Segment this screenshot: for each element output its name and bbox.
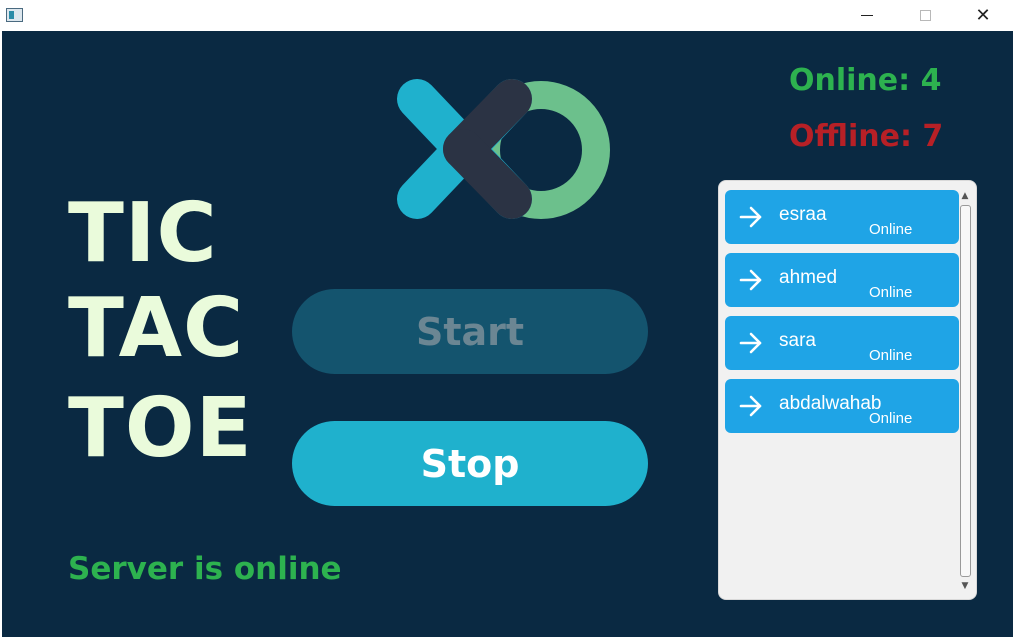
arrow-right-icon	[739, 332, 762, 354]
minimize-icon	[861, 15, 873, 16]
scroll-up-arrow-icon[interactable]: ▲	[958, 189, 972, 203]
player-status: Online	[869, 410, 913, 427]
main-window: TIC TAC TOE Start Stop Server is online …	[2, 31, 1013, 637]
player-name: sara	[779, 330, 816, 351]
server-status-text: Server is online	[68, 551, 342, 587]
player-list-items: esraa Online ahmed Online sara Online ab…	[725, 190, 959, 442]
title-bar: ✕	[0, 0, 1015, 31]
app-icon	[6, 8, 23, 22]
offline-count: Offline: 7	[789, 119, 944, 154]
player-card[interactable]: ahmed Online	[725, 253, 959, 307]
list-scrollbar[interactable]: ▲ ▼	[958, 189, 972, 593]
minimize-button[interactable]	[838, 0, 896, 31]
player-status: Online	[869, 221, 913, 238]
player-name: esraa	[779, 204, 827, 225]
arrow-right-icon	[739, 269, 762, 291]
close-button[interactable]: ✕	[954, 0, 1012, 31]
start-button[interactable]: Start	[292, 289, 648, 374]
title-toe: TOE	[68, 381, 253, 476]
maximize-icon	[919, 10, 931, 21]
player-card[interactable]: sara Online	[725, 316, 959, 370]
player-list[interactable]: esraa Online ahmed Online sara Online ab…	[718, 180, 977, 600]
close-icon: ✕	[975, 5, 991, 26]
player-status: Online	[869, 284, 913, 301]
player-name: abdalwahab	[779, 393, 882, 414]
maximize-button[interactable]	[896, 0, 954, 31]
stop-button[interactable]: Stop	[292, 421, 648, 506]
title-tic: TIC	[68, 186, 218, 281]
scroll-thumb[interactable]	[960, 205, 971, 577]
scroll-down-arrow-icon[interactable]: ▼	[958, 579, 972, 593]
arrow-right-icon	[739, 395, 762, 417]
xo-logo	[397, 79, 610, 219]
arrow-right-icon	[739, 206, 762, 228]
player-card[interactable]: esraa Online	[725, 190, 959, 244]
player-card[interactable]: abdalwahab Online	[725, 379, 959, 433]
online-count: Online: 4	[789, 63, 942, 98]
player-status: Online	[869, 347, 913, 364]
player-name: ahmed	[779, 267, 838, 288]
title-tac: TAC	[68, 281, 245, 376]
